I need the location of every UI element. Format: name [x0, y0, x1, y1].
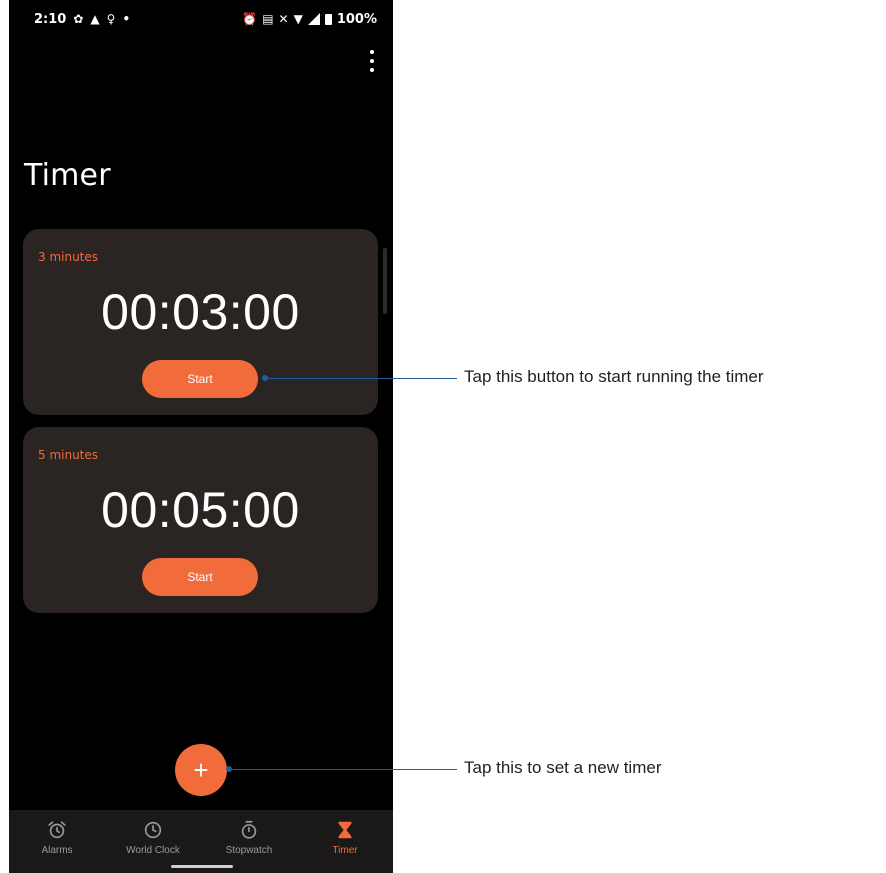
timer-time: 00:03:00 — [101, 284, 300, 340]
callout-start-line — [265, 378, 457, 379]
start-button[interactable]: Start — [142, 360, 258, 398]
more-dot — [370, 59, 374, 63]
callout-new-timer-text: Tap this to set a new timer — [464, 758, 662, 777]
nav-label: World Clock — [126, 845, 180, 856]
mute-icon: ✕ — [278, 12, 289, 26]
add-timer-button[interactable]: + — [175, 744, 227, 796]
nav-item-timer[interactable]: Timer — [297, 810, 393, 873]
battery-icon — [324, 13, 332, 25]
scrollbar[interactable] — [383, 248, 387, 314]
gear-icon: ✿ — [73, 12, 84, 26]
timer-label[interactable]: 3 minutes — [38, 250, 98, 264]
more-dot — [370, 68, 374, 72]
stopwatch-icon — [241, 820, 257, 839]
nav-item-stopwatch[interactable]: Stopwatch — [201, 810, 297, 873]
more-dot — [370, 50, 374, 54]
start-button[interactable]: Start — [142, 558, 258, 596]
alarm-icon: ⏰ — [242, 12, 258, 26]
status-bar: 2:10 ✿ ▲ ♀ • ⏰ ▤ ✕ ▼ 100% — [9, 0, 393, 38]
bottom-nav: Alarms World Clock Stopwatch Timer — [9, 810, 393, 873]
phone-screen: 2:10 ✿ ▲ ♀ • ⏰ ▤ ✕ ▼ 100% Timer 3 minute… — [9, 0, 393, 873]
nav-item-alarms[interactable]: Alarms — [9, 810, 105, 873]
callout-start-text: Tap this button to start running the tim… — [464, 367, 764, 386]
nav-label: Alarms — [41, 845, 73, 856]
status-left: 2:10 ✿ ▲ ♀ • — [34, 12, 130, 27]
message-icon: ▤ — [262, 12, 274, 26]
nav-item-world-clock[interactable]: World Clock — [105, 810, 201, 873]
gesture-bar[interactable] — [171, 865, 233, 868]
warning-icon: ▲ — [90, 12, 100, 26]
status-right: ⏰ ▤ ✕ ▼ 100% — [242, 12, 377, 27]
timer-time: 00:05:00 — [101, 482, 300, 538]
nav-label: Timer — [332, 845, 358, 856]
bulb-icon: ♀ — [106, 12, 116, 26]
timer-card-3-minutes[interactable]: 3 minutes 00:03:00 Start — [23, 229, 378, 415]
clock-icon — [144, 821, 162, 839]
wifi-icon: ▼ — [293, 12, 303, 26]
alarm-clock-icon — [48, 821, 66, 839]
callout-new-timer-line — [229, 769, 457, 770]
more-options-button[interactable] — [367, 50, 377, 72]
battery-percent: 100% — [336, 11, 377, 27]
hourglass-icon — [338, 821, 352, 839]
dot-icon: • — [122, 12, 131, 26]
timer-card-5-minutes[interactable]: 5 minutes 00:05:00 Start — [23, 427, 378, 613]
page-title: Timer — [24, 158, 111, 193]
nav-label: Stopwatch — [225, 845, 273, 856]
signal-icon — [307, 13, 320, 25]
status-time: 2:10 — [34, 11, 67, 27]
timer-label[interactable]: 5 minutes — [38, 448, 98, 462]
